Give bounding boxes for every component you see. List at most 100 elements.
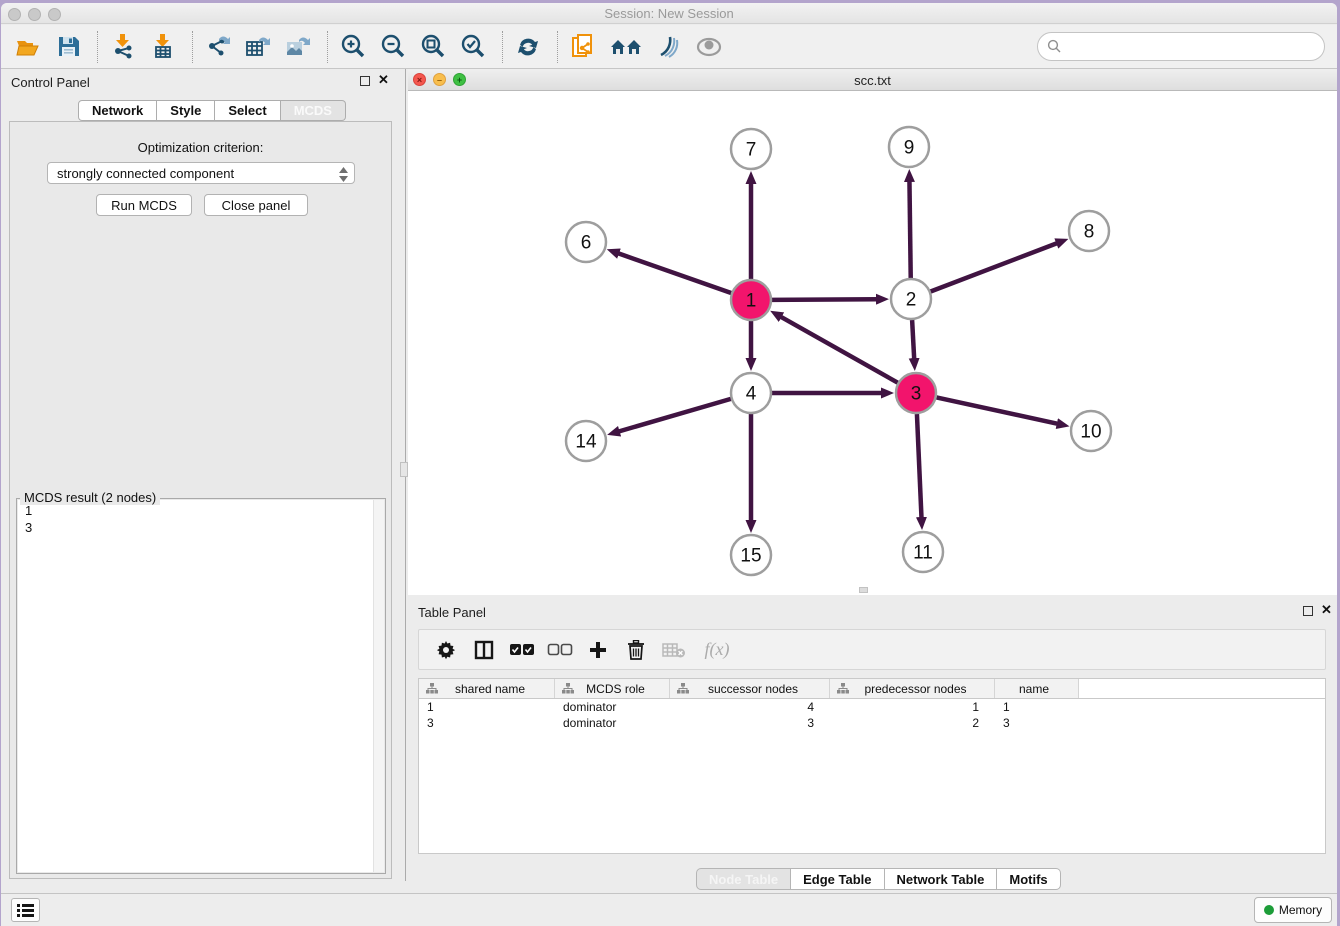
graph-edge-2-8[interactable] xyxy=(931,243,1058,291)
delete-table-icon[interactable] xyxy=(659,636,689,664)
column-header-predecessor-nodes[interactable]: predecessor nodes xyxy=(830,679,995,698)
hierarchy-icon xyxy=(677,683,689,694)
export-table-icon[interactable] xyxy=(243,32,273,62)
close-panel-icon[interactable]: ✕ xyxy=(378,74,389,86)
tab-style[interactable]: Style xyxy=(157,100,215,121)
tab-mcds[interactable]: MCDS xyxy=(281,100,346,121)
main-toolbar xyxy=(1,25,1337,69)
network-title: scc.txt xyxy=(408,73,1337,88)
app-title: Session: New Session xyxy=(1,6,1337,21)
network-canvas[interactable]: 7968124314101511 xyxy=(408,91,1337,595)
table-close-icon[interactable]: ✕ xyxy=(1321,604,1332,616)
graph-edge-3-1[interactable] xyxy=(781,317,898,383)
table-panel-title: Table Panel xyxy=(418,605,486,620)
search-input[interactable] xyxy=(1062,37,1324,57)
criterion-select[interactable]: strongly connected component xyxy=(47,162,355,184)
cell-shared-name: 3 xyxy=(419,716,555,730)
list-icon xyxy=(17,903,34,917)
column-header-successor-nodes[interactable]: successor nodes xyxy=(670,679,830,698)
zoom-fit-icon[interactable] xyxy=(418,32,448,62)
table-panel: Table Panel ✕ f(x) xyxy=(408,599,1337,892)
graph-edge-2-9[interactable] xyxy=(909,181,910,278)
graph-edge-4-14[interactable] xyxy=(619,399,731,432)
table-row[interactable]: 3 dominator 3 2 3 xyxy=(419,715,1325,731)
save-session-icon[interactable] xyxy=(53,32,83,62)
close-panel-button[interactable]: Close panel xyxy=(204,194,308,216)
control-panel: Control Panel ✕ Network Style Select MCD… xyxy=(1,69,404,881)
hierarchy-icon xyxy=(837,683,849,694)
graph-edge-2-3[interactable] xyxy=(912,320,914,359)
table-row[interactable]: 1 dominator 4 1 1 xyxy=(419,699,1325,715)
cell-predecessor-nodes: 2 xyxy=(830,716,995,730)
graph-node-label: 10 xyxy=(1080,422,1101,443)
toolbar-separator xyxy=(192,31,193,63)
graph-node-label: 14 xyxy=(575,432,597,453)
mcds-result-text[interactable]: 1 3 xyxy=(18,500,373,872)
table-float-icon[interactable] xyxy=(1303,606,1313,618)
graph-node-label: 7 xyxy=(746,140,757,161)
graph-edge-1-6[interactable] xyxy=(618,253,731,293)
control-panel-title: Control Panel xyxy=(11,75,90,90)
function-builder-icon[interactable]: f(x) xyxy=(697,636,737,664)
clone-network-icon[interactable] xyxy=(568,32,598,62)
panel-divider-grip[interactable] xyxy=(400,462,408,477)
graph-edge-3-10[interactable] xyxy=(937,397,1058,423)
search-box[interactable] xyxy=(1037,32,1325,61)
tab-select[interactable]: Select xyxy=(215,100,280,121)
graph-node-label: 11 xyxy=(913,543,933,564)
tab-node-table[interactable]: Node Table xyxy=(696,868,791,890)
export-network-icon[interactable] xyxy=(203,32,233,62)
graph-node-label: 8 xyxy=(1084,222,1095,243)
mcds-result-box: MCDS result (2 nodes) 1 3 xyxy=(16,492,386,874)
import-network-icon[interactable] xyxy=(108,32,138,62)
graph-edge-3-11[interactable] xyxy=(917,414,922,518)
graph-node-label: 6 xyxy=(581,233,592,254)
memory-button[interactable]: Memory xyxy=(1254,897,1332,923)
refresh-icon[interactable] xyxy=(513,32,543,62)
tab-network-table[interactable]: Network Table xyxy=(885,868,998,890)
control-panel-tabs: Network Style Select MCDS xyxy=(78,100,346,121)
zoom-out-icon[interactable] xyxy=(378,32,408,62)
column-header-shared-name[interactable]: shared name xyxy=(419,679,555,698)
cell-mcds-role: dominator xyxy=(555,716,670,730)
mcds-result-title: MCDS result (2 nodes) xyxy=(20,490,160,505)
toolbar-separator xyxy=(327,31,328,63)
run-mcds-button[interactable]: Run MCDS xyxy=(96,194,192,216)
hide-selected-icon[interactable] xyxy=(654,32,684,62)
deselect-all-icon[interactable] xyxy=(545,636,575,664)
tab-edge-table[interactable]: Edge Table xyxy=(791,868,884,890)
result-scrollbar[interactable] xyxy=(373,500,384,872)
table-header-row: shared name MCDS role successor nodes pr… xyxy=(419,679,1325,699)
graph-node-label: 9 xyxy=(904,138,915,159)
zoom-in-icon[interactable] xyxy=(338,32,368,62)
column-header-name[interactable]: name xyxy=(995,679,1079,698)
first-neighbors-icon[interactable] xyxy=(608,32,644,62)
float-panel-icon[interactable] xyxy=(360,76,370,88)
select-all-icon[interactable] xyxy=(507,636,537,664)
memory-label: Memory xyxy=(1279,903,1322,917)
zoom-selected-icon[interactable] xyxy=(458,32,488,62)
show-graphics-icon[interactable] xyxy=(694,32,724,62)
graph-node-label: 4 xyxy=(746,384,757,405)
app-window: Session: New Session xyxy=(1,3,1337,926)
task-history-button[interactable] xyxy=(11,898,40,922)
columns-icon[interactable] xyxy=(469,636,499,664)
graph-node-label: 3 xyxy=(911,384,922,405)
delete-icon[interactable] xyxy=(621,636,651,664)
add-column-icon[interactable] xyxy=(583,636,613,664)
screen: Session: New Session xyxy=(0,0,1340,926)
table-toolbar: f(x) xyxy=(418,629,1326,670)
export-image-icon[interactable] xyxy=(283,32,313,62)
graph-edge-1-2[interactable] xyxy=(772,299,877,300)
network-graph[interactable]: 7968124314101511 xyxy=(408,91,1337,595)
tab-network[interactable]: Network xyxy=(78,100,157,121)
tab-motifs[interactable]: Motifs xyxy=(997,868,1060,890)
column-header-mcds-role[interactable]: MCDS role xyxy=(555,679,670,698)
gear-icon[interactable] xyxy=(431,636,461,664)
import-table-icon[interactable] xyxy=(148,32,178,62)
network-resize-grip[interactable] xyxy=(859,587,868,593)
cell-successor-nodes: 4 xyxy=(670,700,830,714)
open-file-icon[interactable] xyxy=(13,32,43,62)
cell-successor-nodes: 3 xyxy=(670,716,830,730)
memory-status-icon xyxy=(1264,905,1274,915)
